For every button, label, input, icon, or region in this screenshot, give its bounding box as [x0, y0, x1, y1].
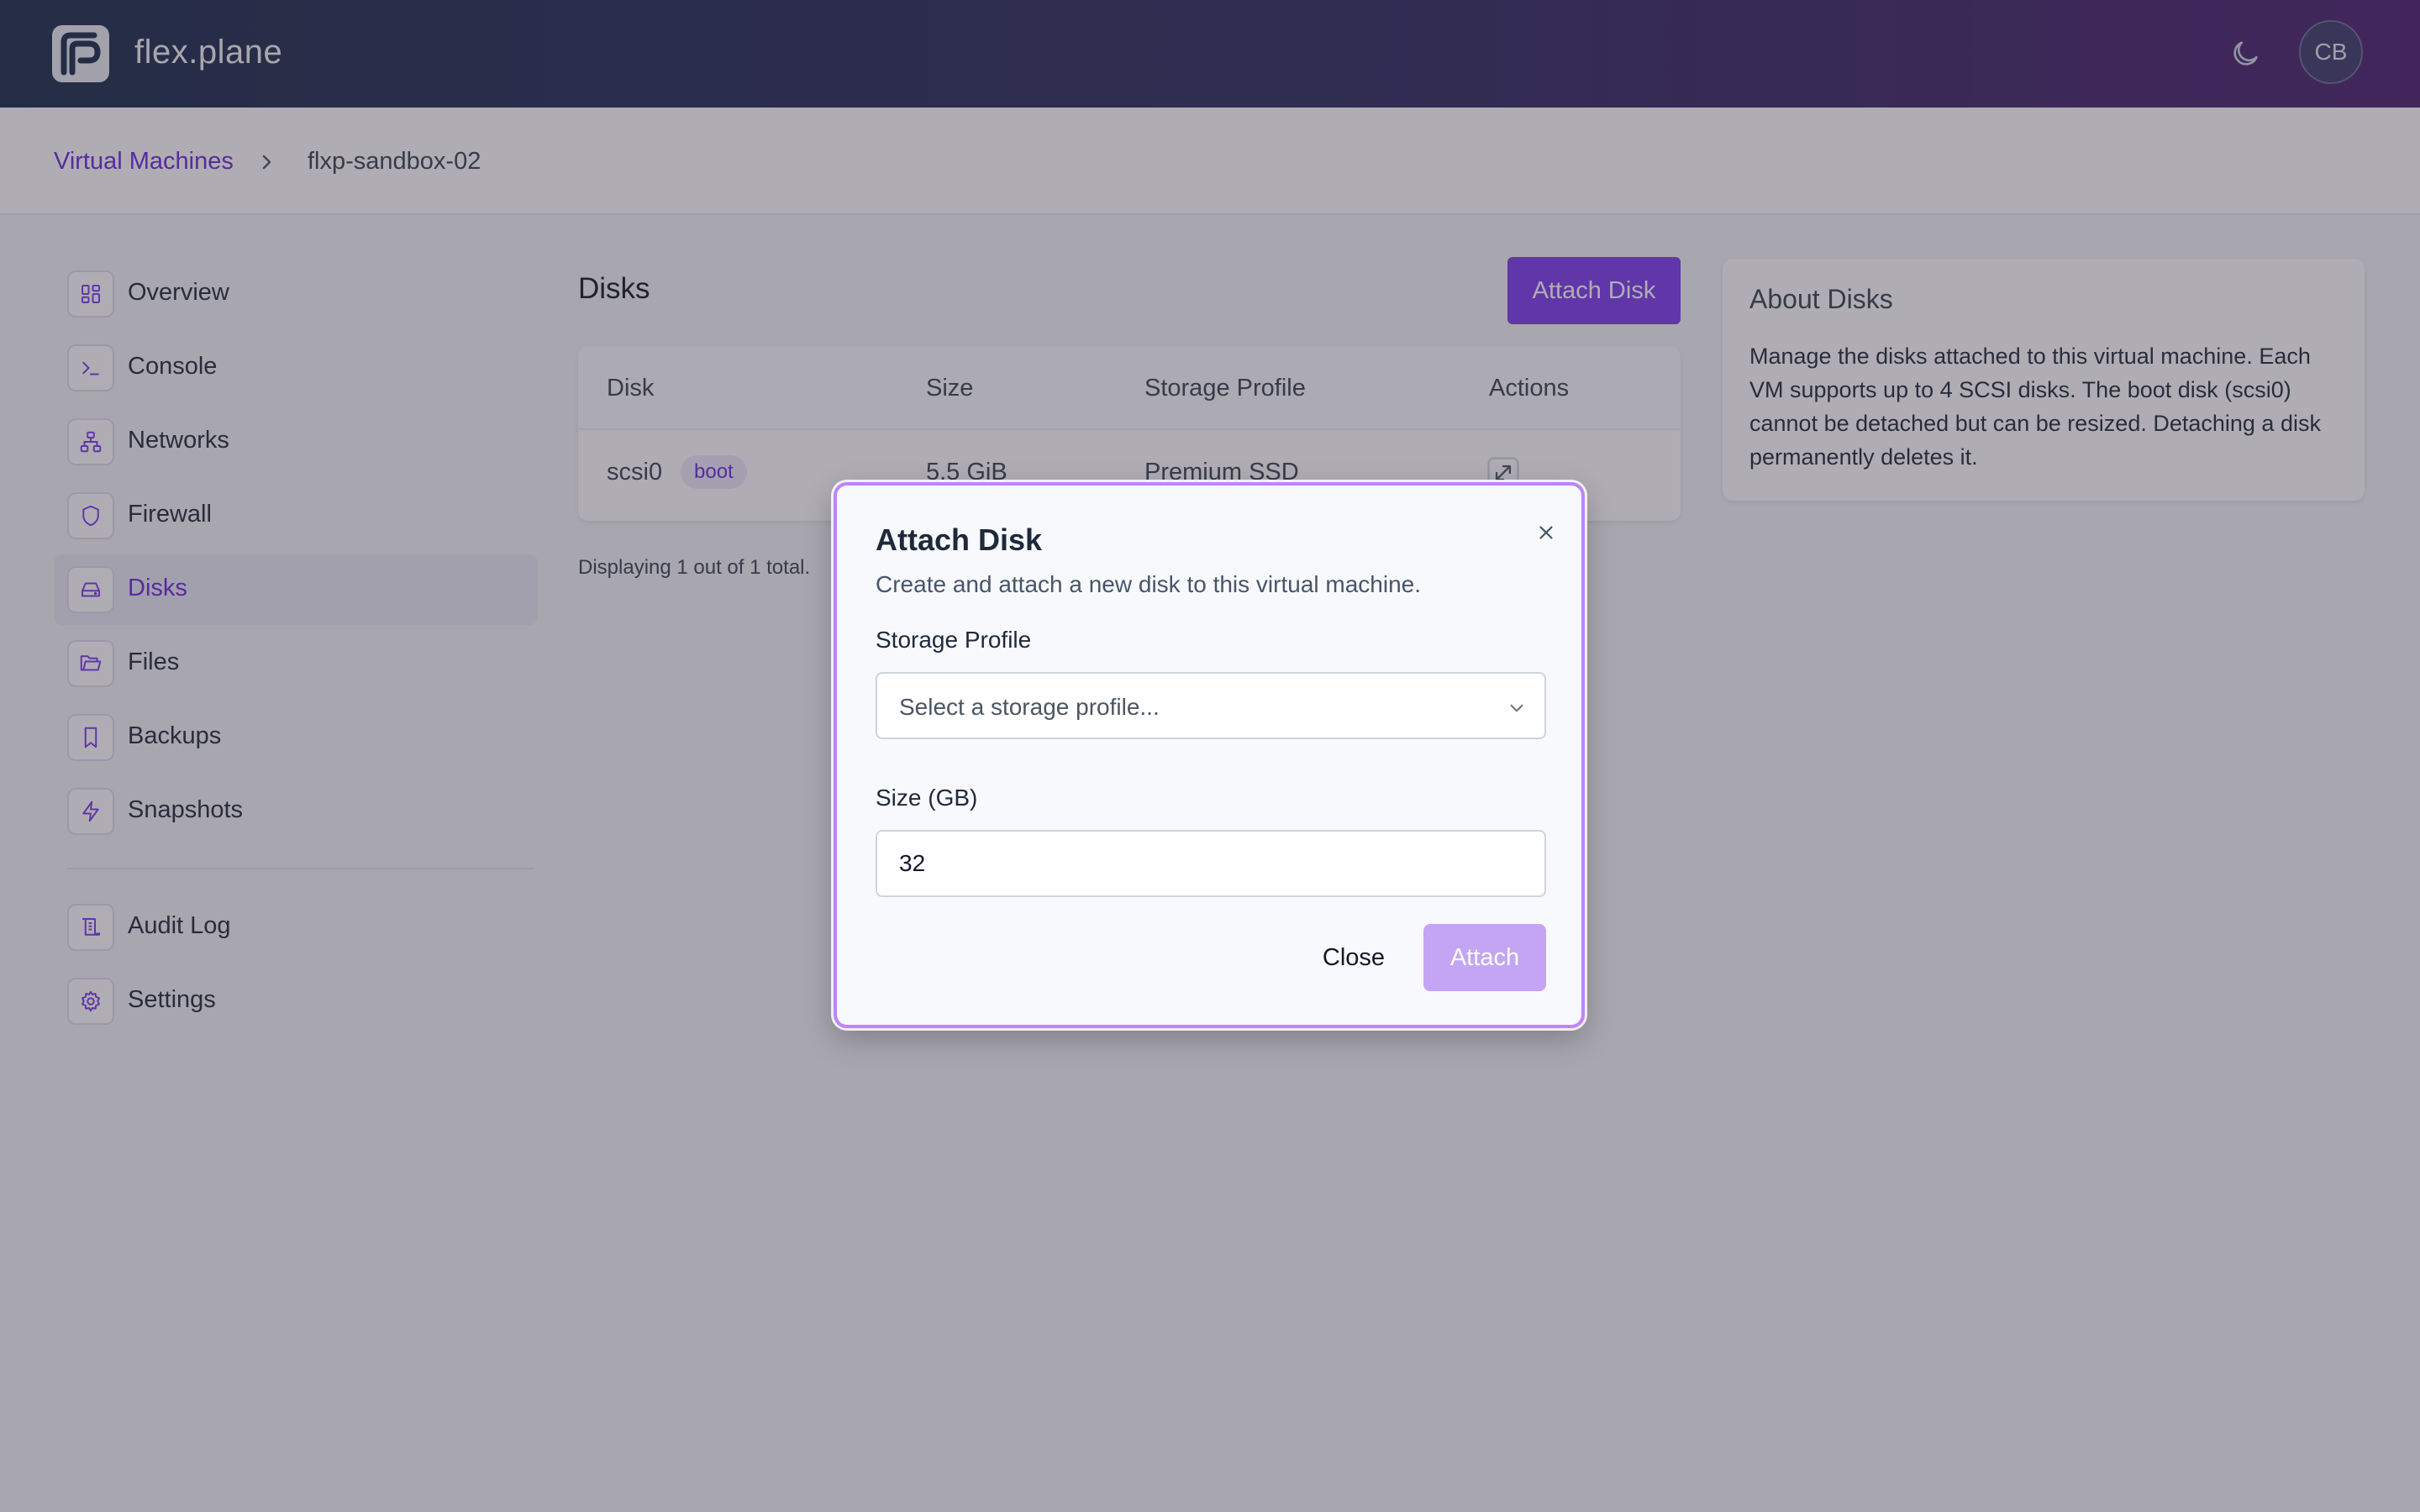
storage-profile-label: Storage Profile	[876, 627, 1032, 653]
storage-profile-placeholder: Select a storage profile...	[899, 694, 1160, 720]
storage-profile-select[interactable]: Select a storage profile...	[876, 672, 1546, 739]
attach-disk-dialog: Attach Disk Create and attach a new disk…	[834, 482, 1585, 1028]
chevron-down-icon	[1510, 704, 1523, 712]
dialog-subtitle: Create and attach a new disk to this vir…	[876, 571, 1422, 597]
size-label: Size (GB)	[876, 785, 978, 811]
attach-button[interactable]: Attach	[1423, 924, 1546, 991]
close-button[interactable]: Close	[1309, 924, 1398, 991]
size-input[interactable]	[876, 830, 1546, 897]
dialog-title: Attach Disk	[876, 522, 1043, 557]
close-icon[interactable]	[1529, 516, 1563, 549]
